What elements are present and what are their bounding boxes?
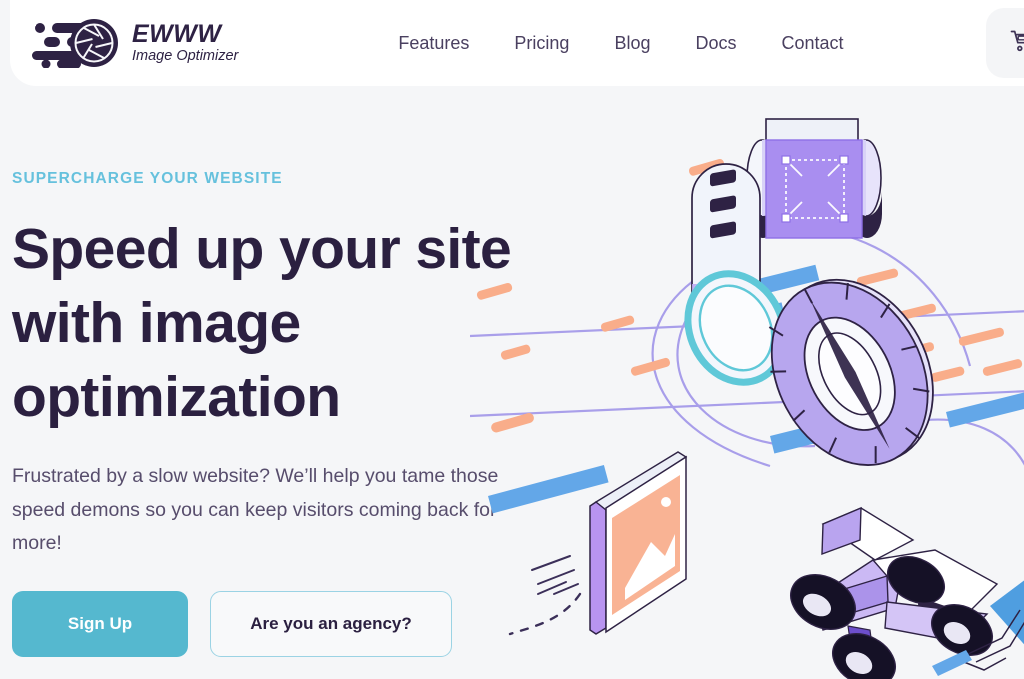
hero-cta-row: Sign Up Are you an agency? [12,590,532,657]
shopping-cart-icon [1010,29,1024,58]
hero-headline: Speed up your site with image optimizati… [12,217,512,430]
logo[interactable]: EWWW Image Optimizer [26,18,238,69]
logo-text: EWWW Image Optimizer [132,22,238,64]
crop-cube [746,118,882,239]
race-car [790,506,1024,679]
brand-name: EWWW [132,20,222,49]
cart-button[interactable] [986,8,1024,78]
nav-link-features[interactable]: Features [398,33,469,54]
brand-tagline: Image Optimizer [132,48,239,65]
nav-link-contact[interactable]: Contact [782,33,844,54]
camera-aperture-speed-icon [26,18,120,69]
sign-up-button[interactable]: Sign Up [12,590,188,657]
hero-illustration [469,106,1024,679]
hero-section: SUPERCHARGE YOUR WEBSITE Speed up your s… [0,86,1024,679]
hero-subcopy: Frustrated by a slow website? We’ll help… [12,465,499,555]
hero-eyebrow: SUPERCHARGE YOUR WEBSITE [12,170,283,187]
agency-button[interactable]: Are you an agency? [210,590,452,657]
nav-link-docs[interactable]: Docs [695,33,736,54]
hero-copy: SUPERCHARGE YOUR WEBSITE Speed up your s… [12,170,532,657]
main-navigation: Features Pricing Blog Docs Contact [398,33,843,54]
site-header: EWWW Image Optimizer Features Pricing Bl… [10,0,1024,86]
nav-link-pricing[interactable]: Pricing [514,33,569,54]
landing-page: EWWW Image Optimizer Features Pricing Bl… [0,0,1024,679]
nav-link-blog[interactable]: Blog [614,33,650,54]
